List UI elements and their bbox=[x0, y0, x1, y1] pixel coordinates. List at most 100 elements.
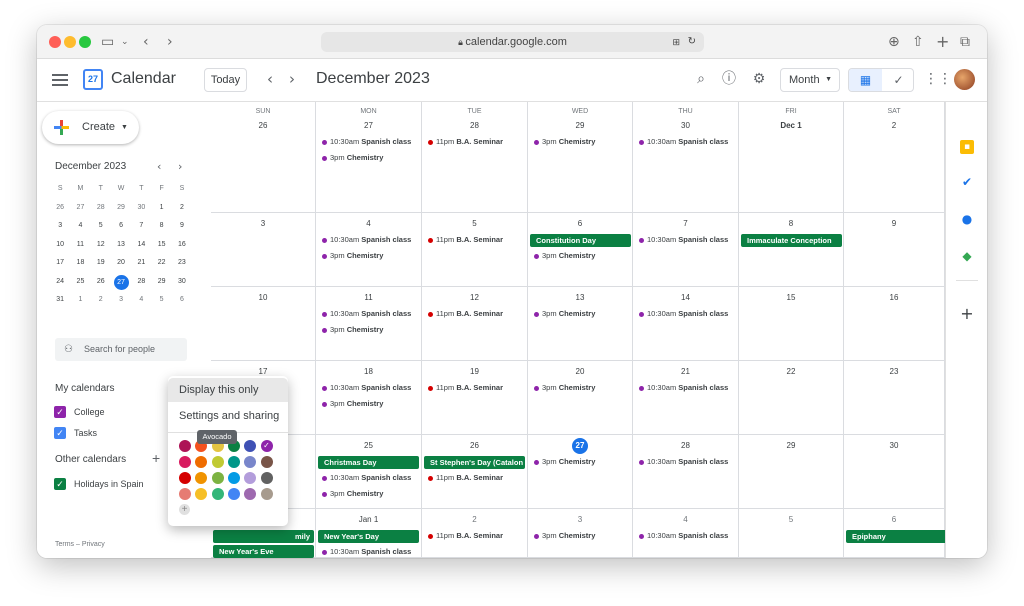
day-cell[interactable]: 4 10:30am Spanish class 3pm Chemistry bbox=[316, 213, 422, 287]
mini-day[interactable]: 21 bbox=[131, 254, 151, 273]
mini-day[interactable]: 4 bbox=[131, 291, 151, 310]
address-bar[interactable]: 🔒︎ calendar.google.com ⊞ ↻ bbox=[321, 32, 704, 52]
mini-day[interactable]: 8 bbox=[151, 217, 171, 236]
day-number[interactable]: 5 bbox=[422, 219, 527, 228]
day-number[interactable]: 6 bbox=[528, 219, 632, 228]
previous-month-icon[interactable]: ‹ bbox=[267, 70, 273, 88]
event-chip[interactable]: 10:30am Spanish class bbox=[321, 234, 417, 246]
color-swatch[interactable] bbox=[179, 456, 191, 468]
day-number[interactable]: 19 bbox=[422, 367, 527, 376]
mini-day[interactable]: 18 bbox=[70, 254, 90, 273]
apps-grid-icon[interactable]: ⋮⋮ bbox=[924, 69, 952, 89]
mini-next-icon[interactable]: › bbox=[178, 160, 182, 173]
event-chip[interactable]: 11pm B.A. Seminar bbox=[427, 308, 523, 320]
view-selector[interactable]: Month ▼ bbox=[780, 68, 840, 92]
mini-day[interactable]: 24 bbox=[50, 273, 70, 292]
all-day-event[interactable]: Constitution Day bbox=[530, 234, 631, 247]
day-number[interactable]: 20 bbox=[528, 367, 632, 376]
color-swatch[interactable] bbox=[260, 472, 273, 484]
day-cell[interactable]: 30 bbox=[844, 435, 945, 509]
day-cell[interactable]: 26 St Stephen's Day (Catalon 11pm B.A. Sem… bbox=[422, 435, 528, 509]
color-swatch[interactable] bbox=[227, 488, 240, 500]
other-calendars-label[interactable]: Other calendars bbox=[55, 454, 126, 465]
event-chip[interactable]: 11pm B.A. Seminar bbox=[427, 530, 523, 542]
day-number[interactable]: 17 bbox=[211, 367, 315, 376]
day-cell[interactable]: SAT 2 bbox=[844, 102, 945, 213]
mini-day[interactable]: 1 bbox=[151, 199, 171, 218]
day-number[interactable]: 2 bbox=[422, 515, 527, 524]
day-cell[interactable]: 23 bbox=[844, 361, 945, 435]
mini-day[interactable]: 10 bbox=[50, 236, 70, 255]
mini-day[interactable]: 1 bbox=[70, 291, 90, 310]
settings-gear-icon[interactable]: ⚙ bbox=[749, 69, 769, 89]
download-icon[interactable]: ⊕ bbox=[888, 33, 900, 51]
translate-icon[interactable]: ⊞ bbox=[672, 32, 680, 52]
mini-day[interactable]: 15 bbox=[151, 236, 171, 255]
day-cell[interactable]: 21 10:30am Spanish class bbox=[633, 361, 739, 435]
day-cell[interactable]: 13 3pm Chemistry bbox=[528, 287, 633, 361]
mini-day[interactable]: 4 bbox=[70, 217, 90, 236]
all-day-event[interactable]: Immaculate Conception bbox=[741, 234, 842, 247]
day-cell[interactable]: 29 bbox=[739, 435, 844, 509]
mini-day[interactable]: 29 bbox=[151, 273, 171, 292]
day-cell[interactable]: 3 3pm Chemistry bbox=[528, 509, 633, 558]
day-cell[interactable]: 6 Epiphany bbox=[844, 509, 947, 558]
day-number[interactable]: 26 bbox=[422, 441, 527, 450]
day-number[interactable]: 6 bbox=[844, 515, 944, 524]
day-cell[interactable]: 27 3pm Chemistry bbox=[528, 435, 633, 509]
close-window-button[interactable] bbox=[49, 36, 61, 48]
color-swatch[interactable] bbox=[244, 440, 257, 452]
day-number[interactable]: 3 bbox=[528, 515, 632, 524]
mini-day[interactable]: 16 bbox=[172, 236, 192, 255]
day-number[interactable]: 22 bbox=[739, 367, 843, 376]
mini-day[interactable]: 27 bbox=[70, 199, 90, 218]
day-number[interactable]: 26 bbox=[211, 121, 315, 130]
day-number[interactable]: 14 bbox=[633, 293, 738, 302]
day-cell[interactable]: 4 10:30am Spanish class bbox=[633, 509, 739, 558]
mini-day[interactable]: 31 bbox=[50, 291, 70, 310]
day-cell[interactable]: MON 27 10:30am Spanish class 3pm Chemistry bbox=[316, 102, 422, 213]
mini-day[interactable]: 27 bbox=[111, 273, 131, 292]
chevron-down-icon[interactable]: ⌄ bbox=[121, 33, 129, 51]
day-cell[interactable]: 22 bbox=[739, 361, 844, 435]
event-chip[interactable]: 3pm Chemistry bbox=[533, 456, 629, 468]
mini-day[interactable]: 26 bbox=[91, 273, 111, 292]
create-button[interactable]: Create ▼ bbox=[42, 111, 139, 144]
day-number[interactable]: 16 bbox=[844, 293, 944, 302]
day-cell[interactable]: 5 11pm B.A. Seminar bbox=[422, 213, 528, 287]
all-day-event[interactable]: mily bbox=[213, 530, 314, 543]
mini-day[interactable]: 19 bbox=[91, 254, 111, 273]
add-custom-color-icon[interactable]: + bbox=[179, 504, 190, 515]
tab-overview-icon[interactable]: ⧉ bbox=[960, 33, 970, 51]
today-button[interactable]: Today bbox=[204, 68, 247, 92]
mini-day[interactable]: 9 bbox=[172, 217, 192, 236]
day-cell[interactable]: 11 10:30am Spanish class 3pm Chemistry bbox=[316, 287, 422, 361]
keep-icon[interactable]: ▪ bbox=[960, 140, 974, 154]
help-icon[interactable]: ⓘ bbox=[719, 69, 739, 89]
event-chip[interactable]: 3pm Chemistry bbox=[321, 152, 417, 164]
event-chip[interactable]: 10:30am Spanish class bbox=[638, 530, 734, 542]
day-number[interactable]: 15 bbox=[739, 293, 843, 302]
mini-day[interactable]: 11 bbox=[70, 236, 90, 255]
day-cell[interactable]: 10 bbox=[211, 287, 316, 361]
day-cell[interactable]: 7 10:30am Spanish class bbox=[633, 213, 739, 287]
selected-color-swatch[interactable]: ✓ bbox=[260, 440, 273, 452]
day-number[interactable]: 18 bbox=[316, 367, 421, 376]
mini-day[interactable]: 2 bbox=[91, 291, 111, 310]
day-number[interactable]: 13 bbox=[528, 293, 632, 302]
event-chip[interactable]: 3pm Chemistry bbox=[533, 308, 629, 320]
calendar-item-college[interactable]: ✓ College bbox=[54, 405, 105, 419]
day-cell[interactable]: 8 Immaculate Conception bbox=[739, 213, 844, 287]
day-number[interactable]: 3 bbox=[211, 219, 315, 228]
day-number[interactable]: 9 bbox=[844, 219, 944, 228]
mini-day[interactable]: 20 bbox=[111, 254, 131, 273]
mini-day[interactable]: 29 bbox=[111, 199, 131, 218]
event-chip[interactable]: 10:30am Spanish class bbox=[638, 382, 734, 394]
mini-day[interactable]: 5 bbox=[151, 291, 171, 310]
day-cell[interactable]: 9 bbox=[844, 213, 945, 287]
day-cell[interactable]: Jan 1 New Year's Day 10:30am Spanish class… bbox=[316, 509, 422, 558]
event-chip[interactable]: 10:30am Spanish class bbox=[321, 136, 417, 148]
day-number[interactable]: 12 bbox=[422, 293, 527, 302]
day-number[interactable]: Dec 1 bbox=[739, 121, 843, 130]
day-cell[interactable]: TUE 28 11pm B.A. Seminar bbox=[422, 102, 528, 213]
